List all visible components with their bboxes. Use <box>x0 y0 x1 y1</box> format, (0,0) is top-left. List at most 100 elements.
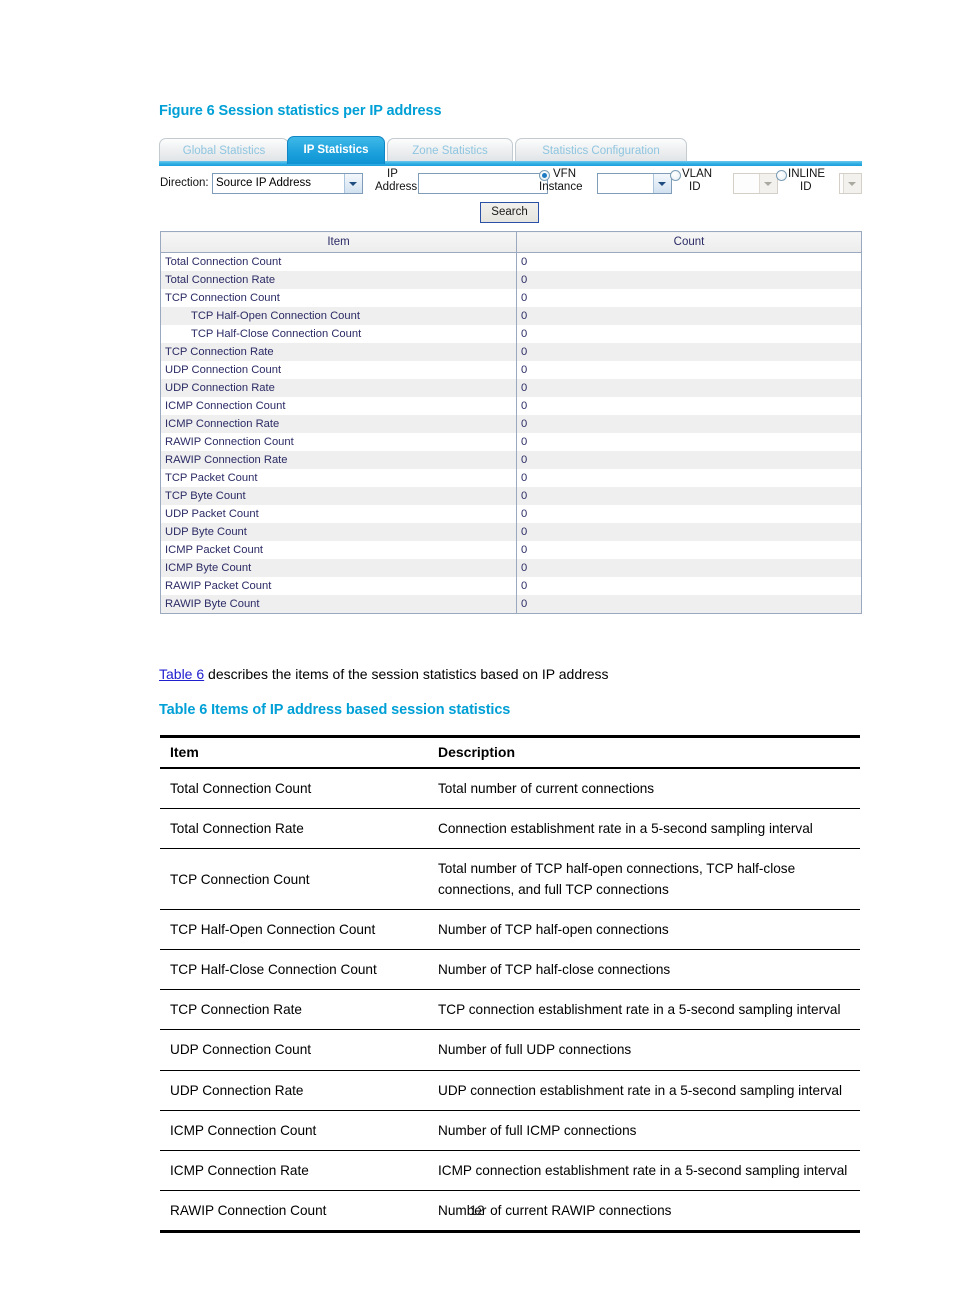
embedded-screenshot: Global Statistics IP Statistics Zone Sta… <box>159 136 862 617</box>
tab-zone-statistics[interactable]: Zone Statistics <box>387 138 513 163</box>
stats-cell-count: 0 <box>516 487 862 505</box>
table-row: TCP Half-Close Connection Count Number of… <box>160 949 860 991</box>
intro-paragraph-rest: describes the items of the session stati… <box>204 666 609 682</box>
stats-cell-item: UDP Byte Count <box>160 523 517 541</box>
search-button[interactable]: Search <box>480 202 539 223</box>
tab-global-statistics[interactable]: Global Statistics <box>159 138 289 163</box>
stats-cell-item: ICMP Byte Count <box>160 559 517 577</box>
stats-cell-count: 0 <box>516 523 862 541</box>
stats-cell-item: UDP Packet Count <box>160 505 517 523</box>
table-6-link[interactable]: Table 6 <box>159 666 204 682</box>
direction-select[interactable]: Source IP Address <box>212 173 363 194</box>
desc-cell-item: ICMP Connection Count <box>160 1110 428 1151</box>
table-row: TCP Connection Rate TCP connection establ… <box>160 989 860 1031</box>
desc-cell-item: ICMP Connection Rate <box>160 1150 428 1191</box>
ip-address-label-line1: IP <box>387 168 398 180</box>
desc-cell-description: Number of full ICMP connections <box>428 1110 860 1151</box>
desc-cell-item: UDP Connection Rate <box>160 1070 428 1111</box>
stats-cell-count: 0 <box>516 559 862 577</box>
inline-radio[interactable] <box>776 170 787 181</box>
vfn-radio[interactable] <box>539 170 550 181</box>
stats-cell-item: RAWIP Connection Rate <box>160 451 517 469</box>
stats-cell-item: RAWIP Connection Count <box>160 433 517 451</box>
figure-caption: Figure 6 Session statistics per IP addre… <box>159 103 442 119</box>
table-row: UDP Packet Count 0 <box>160 505 862 523</box>
vlan-label-line2: ID <box>689 181 701 193</box>
table-row: Total Connection Rate 0 <box>160 271 862 289</box>
desc-cell-description: Connection establishment rate in a 5-sec… <box>428 808 860 850</box>
table-row: ICMP Connection Rate 0 <box>160 415 862 433</box>
table-row: TCP Connection Rate 0 <box>160 343 862 361</box>
vfn-label-line1: VFN <box>553 168 576 180</box>
direction-select-value: Source IP Address <box>216 177 312 189</box>
vlan-id-select[interactable] <box>733 173 778 194</box>
stats-cell-item: Total Connection Rate <box>160 271 517 289</box>
stats-cell-count: 0 <box>516 397 862 415</box>
stats-cell-item: ICMP Connection Rate <box>160 415 517 433</box>
table-row: Total Connection Rate Connection establis… <box>160 808 860 850</box>
desc-header-row: Item Description <box>160 735 860 769</box>
table-row: ICMP Byte Count 0 <box>160 559 862 577</box>
table-row: ICMP Connection Count Number of full ICMP… <box>160 1110 860 1151</box>
chevron-down-icon <box>344 174 362 193</box>
desc-cell-description: Total number of current connections <box>428 768 860 810</box>
tab-statistics-configuration[interactable]: Statistics Configuration <box>515 138 687 163</box>
table-caption: Table 6 Items of IP address based sessio… <box>159 702 511 718</box>
stats-cell-count: 0 <box>516 379 862 397</box>
table-row: RAWIP Connection Count 0 <box>160 433 862 451</box>
stats-table-body: Total Connection Count 0 Total Connection … <box>160 252 862 614</box>
vlan-label-line1: VLAN <box>682 168 713 180</box>
table-row: UDP Byte Count 0 <box>160 523 862 541</box>
desc-cell-item: TCP Connection Count <box>160 848 428 911</box>
vfn-instance-select[interactable] <box>597 173 672 194</box>
tab-strip: Global Statistics IP Statistics Zone Sta… <box>159 136 862 166</box>
search-form: Direction: Source IP Address IP Address:… <box>159 167 862 231</box>
table-row: Total Connection Count 0 <box>160 252 862 271</box>
stats-cell-item: UDP Connection Count <box>160 361 517 379</box>
stats-cell-item: TCP Packet Count <box>160 469 517 487</box>
items-description-table: Item Description Total Connection Count T… <box>160 735 860 1233</box>
inline-label-line1: INLINE <box>788 168 826 180</box>
table-row: RAWIP Packet Count 0 <box>160 577 862 595</box>
desc-cell-item: Total Connection Rate <box>160 808 428 850</box>
desc-cell-item: TCP Half-Open Connection Count <box>160 909 428 951</box>
desc-header-item: Item <box>160 735 428 769</box>
chevron-down-icon <box>843 174 861 193</box>
stats-cell-count: 0 <box>516 289 862 307</box>
ip-address-input[interactable] <box>418 173 548 194</box>
table-row: ICMP Packet Count 0 <box>160 541 862 559</box>
stats-cell-count: 0 <box>516 415 862 433</box>
stats-cell-count: 0 <box>516 271 862 289</box>
stats-cell-item: UDP Connection Rate <box>160 379 517 397</box>
desc-cell-item: Total Connection Count <box>160 768 428 810</box>
document-page: Figure 6 Session statistics per IP addre… <box>0 0 954 1294</box>
direction-label: Direction: <box>160 177 209 189</box>
table-row: TCP Half-Close Connection Count 0 <box>160 325 862 343</box>
table-row: Total Connection Count Total number of cu… <box>160 768 860 810</box>
page-number: 12 <box>469 1203 485 1218</box>
desc-table-body: Total Connection Count Total number of cu… <box>160 768 860 1233</box>
stats-cell-item: TCP Connection Count <box>160 289 517 307</box>
table-row: TCP Half-Open Connection Count Number of … <box>160 909 860 951</box>
stats-cell-count: 0 <box>516 469 862 487</box>
stats-header-row: Item Count <box>160 231 862 253</box>
desc-cell-description: TCP connection establishment rate in a 5… <box>428 989 860 1031</box>
chevron-down-icon <box>759 174 777 193</box>
inline-label-line2: ID <box>800 181 812 193</box>
inline-id-select[interactable] <box>839 173 862 194</box>
stats-cell-item: ICMP Packet Count <box>160 541 517 559</box>
stats-cell-count: 0 <box>516 433 862 451</box>
tab-ip-statistics[interactable]: IP Statistics <box>287 136 385 164</box>
vlan-radio[interactable] <box>670 170 681 181</box>
table-row: UDP Connection Rate 0 <box>160 379 862 397</box>
desc-cell-item: UDP Connection Count <box>160 1029 428 1071</box>
desc-header-description: Description <box>428 735 860 769</box>
stats-cell-count: 0 <box>516 541 862 559</box>
table-row: RAWIP Byte Count 0 <box>160 595 862 614</box>
stats-cell-item: TCP Connection Rate <box>160 343 517 361</box>
stats-cell-item: TCP Byte Count <box>160 487 517 505</box>
table-row: UDP Connection Rate UDP connection establ… <box>160 1070 860 1111</box>
desc-cell-description: Total number of TCP half-open connection… <box>428 848 860 911</box>
stats-cell-item: TCP Half-Open Connection Count <box>160 307 517 325</box>
vfn-label-line2: Instance <box>539 181 583 193</box>
